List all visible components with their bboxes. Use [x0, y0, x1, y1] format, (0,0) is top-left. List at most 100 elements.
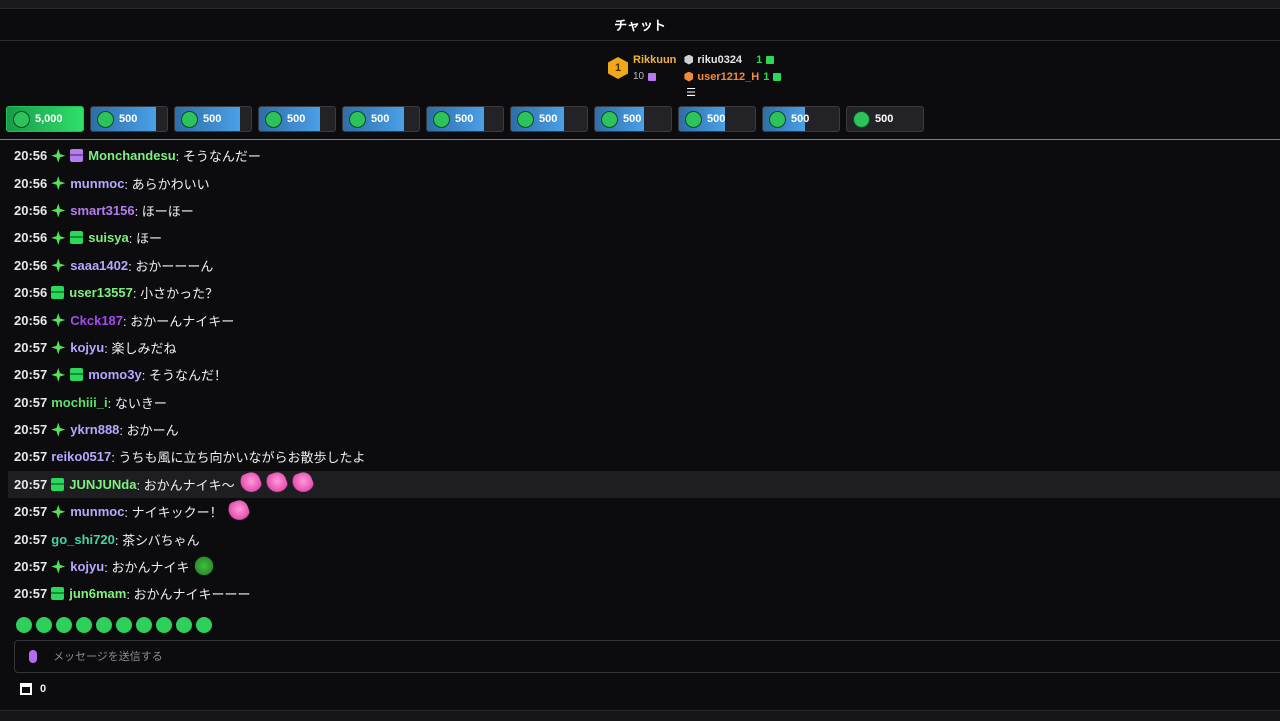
message-text: : そうなんだ！: [141, 368, 227, 384]
store-icon[interactable]: [20, 683, 32, 695]
chat-input[interactable]: [51, 649, 1055, 664]
message-username[interactable]: smart3156: [70, 203, 134, 218]
chat-message[interactable]: 20:57 munmoc: ナイキックー！: [8, 497, 1280, 526]
chat-message[interactable]: 20:57 momo3y: そうなんだ！: [8, 361, 1280, 388]
microphone-icon[interactable]: [29, 650, 37, 663]
message-text: : おかんナイキーーー: [126, 587, 251, 603]
quick-emote-icon[interactable]: [136, 617, 152, 633]
message-username[interactable]: JUNJUNda: [69, 477, 136, 492]
quick-emote-icon[interactable]: [96, 617, 112, 633]
gift-leaderboard[interactable]: 1 Rikkuun 10 riku0324 1 user1212_H 1: [608, 46, 782, 90]
message-username[interactable]: saaa1402: [70, 258, 128, 273]
sparkle-badge-icon: [51, 176, 66, 191]
gift-badge-icon: [51, 477, 65, 491]
message-text: : ほー: [128, 231, 162, 247]
message-time: 20:57: [14, 394, 48, 410]
message-username[interactable]: reiko0517: [51, 449, 111, 464]
pinned-gift[interactable]: 500: [426, 106, 504, 132]
pinned-gift[interactable]: 500: [90, 106, 168, 132]
message-text: : 小さかった？: [132, 286, 219, 302]
quick-emote-icon[interactable]: [76, 617, 92, 633]
message-time: 20:56: [14, 175, 48, 191]
message-username[interactable]: momo3y: [88, 367, 141, 382]
gift-icon: [648, 72, 657, 81]
chat-message[interactable]: 20:57 ykrn888: おかーん: [8, 416, 1280, 443]
message-username[interactable]: suisya: [88, 230, 128, 245]
chat-message[interactable]: 20:57 kojyu: おかんナイキ: [8, 553, 1280, 580]
message-time: 20:56: [14, 148, 48, 164]
chat-message[interactable]: 20:57 mochiii_i: ないきー: [8, 389, 1280, 416]
pinned-gift[interactable]: 500: [174, 106, 252, 132]
sparkle-badge-icon: [51, 258, 66, 273]
emote-bar: [16, 617, 212, 633]
message-time: 20:56: [14, 285, 48, 301]
chat-message[interactable]: 20:56 smart3156: ほーほー: [8, 197, 1280, 224]
avatar: [685, 110, 702, 128]
collapse-menu-icon[interactable]: ☰: [684, 88, 698, 99]
pinned-gift-amount: 500: [707, 113, 726, 125]
chat-message[interactable]: 20:56 munmoc: あらかわいい: [8, 169, 1280, 196]
window-bottom-strip: [0, 710, 1280, 721]
leader-first[interactable]: 1 Rikkuun 10: [608, 46, 676, 90]
chat-message[interactable]: 20:56 suisya: ほー: [8, 224, 1280, 251]
pinned-gift[interactable]: 500: [258, 106, 336, 132]
message-username[interactable]: kojyu: [70, 340, 104, 355]
quick-emote-icon[interactable]: [156, 617, 172, 633]
pinned-gift[interactable]: 500: [594, 106, 672, 132]
chat-message[interactable]: 20:57 JUNJUNda: おかんナイキ〜: [8, 470, 1280, 499]
message-username[interactable]: kojyu: [70, 559, 104, 574]
avatar: [769, 110, 786, 128]
gift-badge-icon: [70, 149, 84, 163]
chat-message[interactable]: 20:56 Monchandesu: そうなんだー: [8, 142, 1280, 169]
message-text: : そうなんだー: [175, 149, 261, 165]
chat-message[interactable]: 20:57 kojyu: 楽しみだね: [8, 334, 1280, 361]
chat-message[interactable]: 20:57 reiko0517: うちも風に立ち向かいながらお散歩したよ: [8, 443, 1280, 470]
sparkle-badge-icon: [51, 148, 66, 163]
quick-emote-icon[interactable]: [196, 617, 212, 633]
quick-emote-icon[interactable]: [116, 617, 132, 633]
message-username[interactable]: jun6mam: [69, 586, 126, 601]
message-time: 20:57: [14, 504, 48, 520]
sparkle-badge-icon: [51, 203, 66, 218]
gift-badge-icon: [70, 368, 84, 382]
chat-message[interactable]: 20:56 saaa1402: おかーーーん: [8, 252, 1280, 279]
message-time: 20:56: [14, 257, 48, 273]
avatar: [853, 110, 870, 128]
leader-count: 1: [756, 53, 763, 66]
message-time: 20:56: [14, 312, 48, 328]
chat-message[interactable]: 20:56 Ckck187: おかーんナイキー: [8, 306, 1280, 333]
chat-message[interactable]: 20:57 jun6mam: おかんナイキーーー: [8, 580, 1280, 607]
pinned-gift[interactable]: 500: [342, 106, 420, 132]
quick-emote-icon[interactable]: [16, 617, 32, 633]
pinned-gift[interactable]: 500: [846, 106, 924, 132]
message-text: : 楽しみだね: [104, 340, 177, 356]
gift-badge-icon: [70, 231, 84, 245]
message-username[interactable]: Ckck187: [70, 313, 123, 328]
message-time: 20:57: [14, 586, 48, 602]
message-username[interactable]: mochiii_i: [51, 395, 107, 410]
message-username[interactable]: Monchandesu: [88, 148, 175, 163]
pinned-gift[interactable]: 500: [510, 106, 588, 132]
message-text: : おかーーーん: [128, 258, 214, 274]
quick-emote-icon[interactable]: [36, 617, 52, 633]
pinned-gift[interactable]: 500: [678, 106, 756, 132]
quick-emote-icon[interactable]: [176, 617, 192, 633]
message-username[interactable]: munmoc: [70, 176, 124, 191]
pinned-gift[interactable]: 500: [762, 106, 840, 132]
leader-row[interactable]: user1212_H 1: [684, 70, 782, 84]
pinned-gift[interactable]: 5,000: [6, 106, 84, 132]
pinned-gifts-bar: 5,000 500 500 500 500 500 500 500 500 500 500: [6, 106, 924, 132]
pink-emote-icon: [235, 470, 264, 499]
leader-row[interactable]: riku0324 1: [684, 53, 781, 67]
chat-message[interactable]: 20:57 go_shi720: 茶シバちゃん: [8, 525, 1280, 552]
message-username[interactable]: munmoc: [70, 504, 124, 519]
message-username[interactable]: ykrn888: [70, 422, 119, 437]
quick-emote-icon[interactable]: [56, 617, 72, 633]
chat-message[interactable]: 20:56 user13557: 小さかった？: [8, 279, 1280, 306]
pinned-gift-amount: 500: [791, 113, 810, 125]
avatar: [97, 110, 114, 128]
pinned-gift-amount: 500: [119, 113, 138, 125]
message-username[interactable]: user13557: [69, 285, 133, 300]
message-username[interactable]: go_shi720: [51, 532, 115, 547]
chat-input-box[interactable]: [14, 640, 1280, 673]
